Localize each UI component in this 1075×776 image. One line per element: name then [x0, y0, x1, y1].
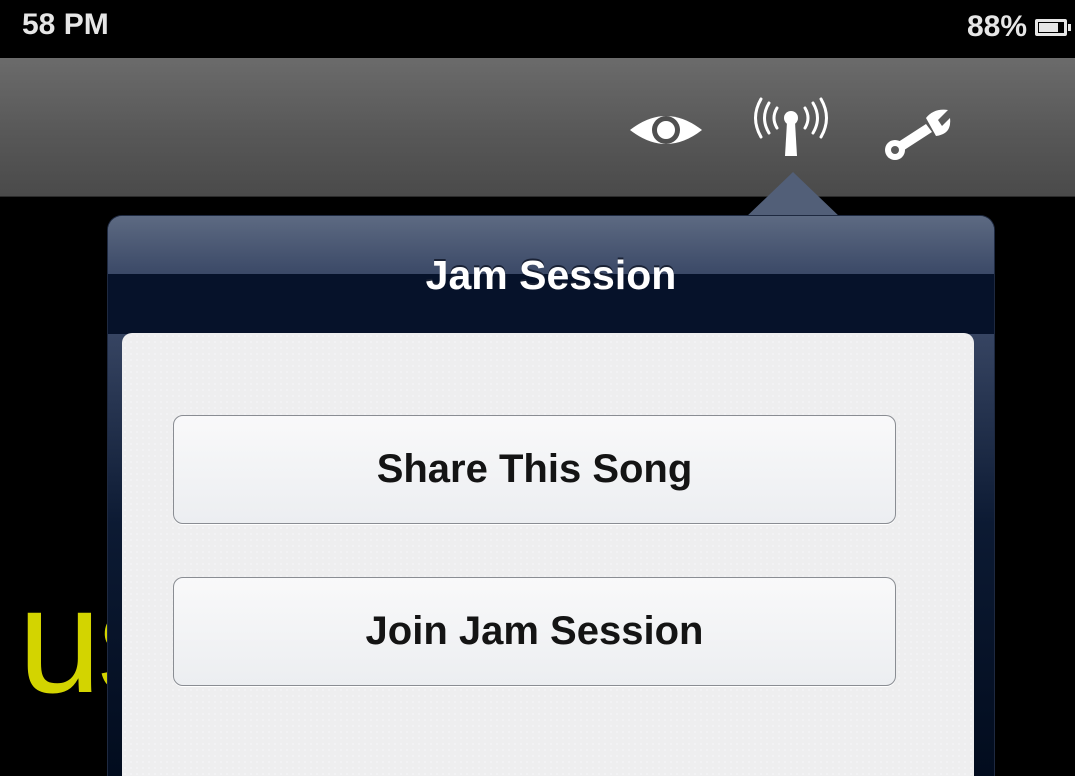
- status-time: 58 PM: [22, 8, 109, 41]
- jam-session-popover: Jam Session Share This Song Join Jam Ses…: [108, 216, 994, 776]
- battery-percentage: 88%: [966, 10, 1027, 43]
- battery-indicator: 88%: [966, 10, 1071, 44]
- popover-title: Jam Session: [425, 252, 677, 298]
- popover-arrow: [745, 172, 841, 218]
- wifi-broadcast-icon[interactable]: [751, 96, 831, 163]
- share-this-song-button[interactable]: Share This Song: [173, 415, 896, 524]
- status-bar: 58 PM 88%: [0, 0, 1075, 58]
- popover-content: Share This Song Join Jam Session: [122, 333, 974, 776]
- wrench-icon[interactable]: [882, 104, 952, 165]
- battery-icon: [1035, 18, 1071, 36]
- top-toolbar: [0, 58, 1075, 197]
- eye-icon[interactable]: [627, 110, 705, 155]
- join-jam-session-button[interactable]: Join Jam Session: [173, 577, 896, 686]
